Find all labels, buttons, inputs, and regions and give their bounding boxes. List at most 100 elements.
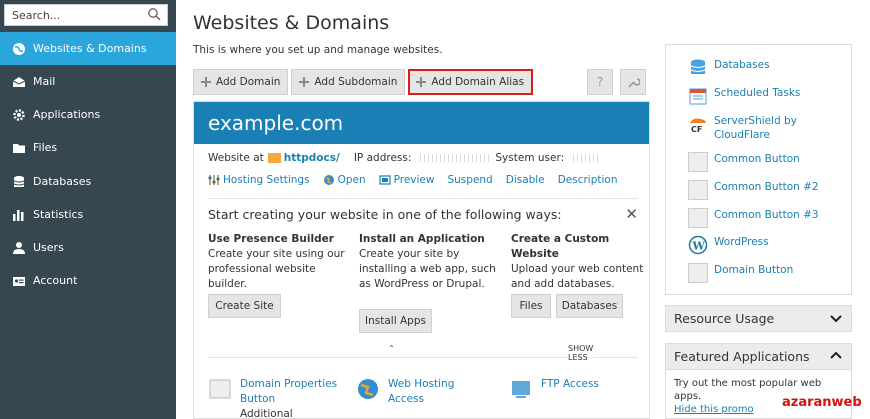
preview-icon	[379, 175, 391, 185]
page-description: This is where you set up and manage webs…	[193, 44, 443, 56]
databases-label: Databases	[714, 59, 770, 71]
wordpress-icon: W	[688, 235, 708, 255]
install-application-column: Install an Application Create your site …	[359, 232, 497, 292]
tools-button[interactable]	[620, 69, 646, 95]
databases-button[interactable]: Databases	[556, 294, 623, 318]
install-apps-button[interactable]: Install Apps	[359, 309, 432, 333]
common-button-2-label: Common Button #2	[714, 181, 819, 193]
open-label: Open	[337, 174, 366, 186]
domain-card: example.com Website at httpdocs/ IP addr…	[193, 101, 650, 419]
cloudflare-icon: CF	[690, 118, 706, 134]
search-icon[interactable]	[147, 7, 161, 21]
web-hosting-access-label: Web Hosting Access	[388, 378, 455, 405]
sidebar-item-websites-domains[interactable]: Websites & Domains	[0, 32, 176, 65]
common-button-label: Common Button	[714, 153, 800, 165]
search-input[interactable]: Search...	[12, 9, 60, 22]
add-subdomain-button[interactable]: Add Subdomain	[291, 69, 406, 95]
web-hosting-icon	[358, 379, 378, 399]
sidebar-item-statistics[interactable]: Statistics	[0, 198, 176, 231]
sidebar-item-files[interactable]: Files	[0, 131, 176, 164]
folder-icon	[12, 141, 26, 155]
servershield-label: ServerShield by CloudFlare	[714, 115, 797, 141]
sidebar-item-account[interactable]: Account	[0, 264, 176, 297]
scheduled-tasks-link[interactable]: Scheduled Tasks	[688, 86, 800, 106]
database-icon	[12, 175, 26, 189]
close-icon[interactable]: ✕	[625, 205, 638, 223]
plus-icon	[201, 77, 211, 87]
column-description: Upload your web content and add database…	[511, 263, 644, 290]
web-hosting-access-link[interactable]: Web Hosting Access	[356, 377, 491, 418]
globe-icon	[12, 42, 26, 56]
sidebar-item-mail[interactable]: Mail	[0, 65, 176, 98]
domain-button-link[interactable]: Domain Button	[688, 263, 793, 283]
preview-link[interactable]: Preview	[379, 174, 435, 186]
start-creating-panel: Start creating your website in one of th…	[208, 198, 643, 362]
sidebar-item-label: Users	[33, 241, 64, 254]
hosting-settings-label: Hosting Settings	[223, 174, 310, 186]
calendar-icon	[689, 88, 707, 105]
globe-icon	[323, 175, 334, 185]
docroot-link[interactable]: httpdocs/	[284, 152, 340, 164]
ip-value-redacted	[417, 154, 490, 162]
plus-icon	[299, 77, 310, 87]
search-box[interactable]: Search...	[4, 4, 168, 26]
hosting-settings-link[interactable]: Hosting Settings	[208, 174, 310, 186]
bottom-links: Domain Properties Button Additional comme…	[208, 377, 617, 418]
id-card-icon	[12, 274, 26, 288]
resource-usage-header[interactable]: Resource Usage	[665, 305, 852, 332]
description-link[interactable]: Description	[558, 174, 618, 186]
chevron-up-icon	[830, 351, 842, 359]
ip-label: IP address:	[353, 152, 412, 164]
help-icon: ?	[596, 75, 604, 89]
plus-icon	[416, 77, 427, 87]
featured-applications-label: Featured Applications	[674, 349, 810, 364]
create-site-button[interactable]: Create Site	[208, 294, 281, 318]
show-less-divider: ⌃ SHOW LESS	[208, 344, 638, 362]
add-subdomain-label: Add Subdomain	[314, 76, 398, 88]
mail-icon	[12, 75, 26, 89]
wordpress-link[interactable]: W WordPress	[688, 235, 769, 255]
featured-applications-header[interactable]: Featured Applications	[665, 343, 852, 370]
button-icon	[688, 208, 708, 228]
suspend-link[interactable]: Suspend	[447, 174, 492, 186]
add-domain-button[interactable]: Add Domain	[193, 69, 289, 95]
databases-link[interactable]: Databases	[688, 58, 770, 78]
wordpress-label: WordPress	[714, 236, 769, 248]
common-button-3-link[interactable]: Common Button #3	[688, 208, 819, 228]
sidebar-item-label: Applications	[33, 108, 101, 121]
open-link[interactable]: Open	[323, 174, 366, 186]
add-domain-alias-button[interactable]: Add Domain Alias	[408, 69, 534, 95]
sidebar-item-databases[interactable]: Databases	[0, 165, 176, 198]
add-domain-alias-label: Add Domain Alias	[431, 76, 525, 88]
button-icon	[688, 263, 708, 283]
preview-label: Preview	[393, 174, 435, 186]
sidebar-item-applications[interactable]: Applications	[0, 98, 176, 131]
quick-links-panel: Databases Scheduled Tasks CF ServerShiel…	[665, 44, 852, 295]
scheduled-tasks-label: Scheduled Tasks	[714, 87, 801, 99]
page-title: Websites & Domains	[193, 12, 390, 34]
show-less-link[interactable]: ⌃ SHOW LESS	[388, 344, 594, 362]
button-icon	[688, 180, 708, 200]
database-icon	[690, 59, 706, 74]
help-button[interactable]: ?	[587, 69, 613, 95]
common-button-link[interactable]: Common Button	[688, 152, 800, 172]
watermark: azaranweb	[782, 395, 862, 410]
svg-text:W: W	[692, 240, 706, 253]
ftp-access-label: FTP Access	[541, 378, 599, 390]
show-less-label: SHOW LESS	[568, 344, 594, 362]
svg-text:CF: CF	[691, 125, 702, 134]
common-button-2-link[interactable]: Common Button #2	[688, 180, 819, 200]
disable-link[interactable]: Disable	[506, 174, 545, 186]
servershield-link[interactable]: CF ServerShield by CloudFlare	[688, 114, 808, 142]
sidebar-item-label: Account	[33, 274, 78, 287]
ftp-access-link[interactable]: FTP Access	[509, 377, 599, 418]
wrench-icon	[627, 77, 640, 88]
button-icon	[209, 379, 231, 399]
custom-website-column: Create a Custom Website Upload your web …	[511, 232, 649, 292]
domain-name[interactable]: example.com	[194, 102, 649, 144]
sidebar-item-users[interactable]: Users	[0, 231, 176, 264]
sidebar-item-label: Files	[33, 141, 58, 154]
column-title: Create a Custom Website	[511, 233, 610, 260]
files-button[interactable]: Files	[511, 294, 551, 318]
domain-properties-link[interactable]: Domain Properties Button Additional comme…	[208, 377, 338, 418]
